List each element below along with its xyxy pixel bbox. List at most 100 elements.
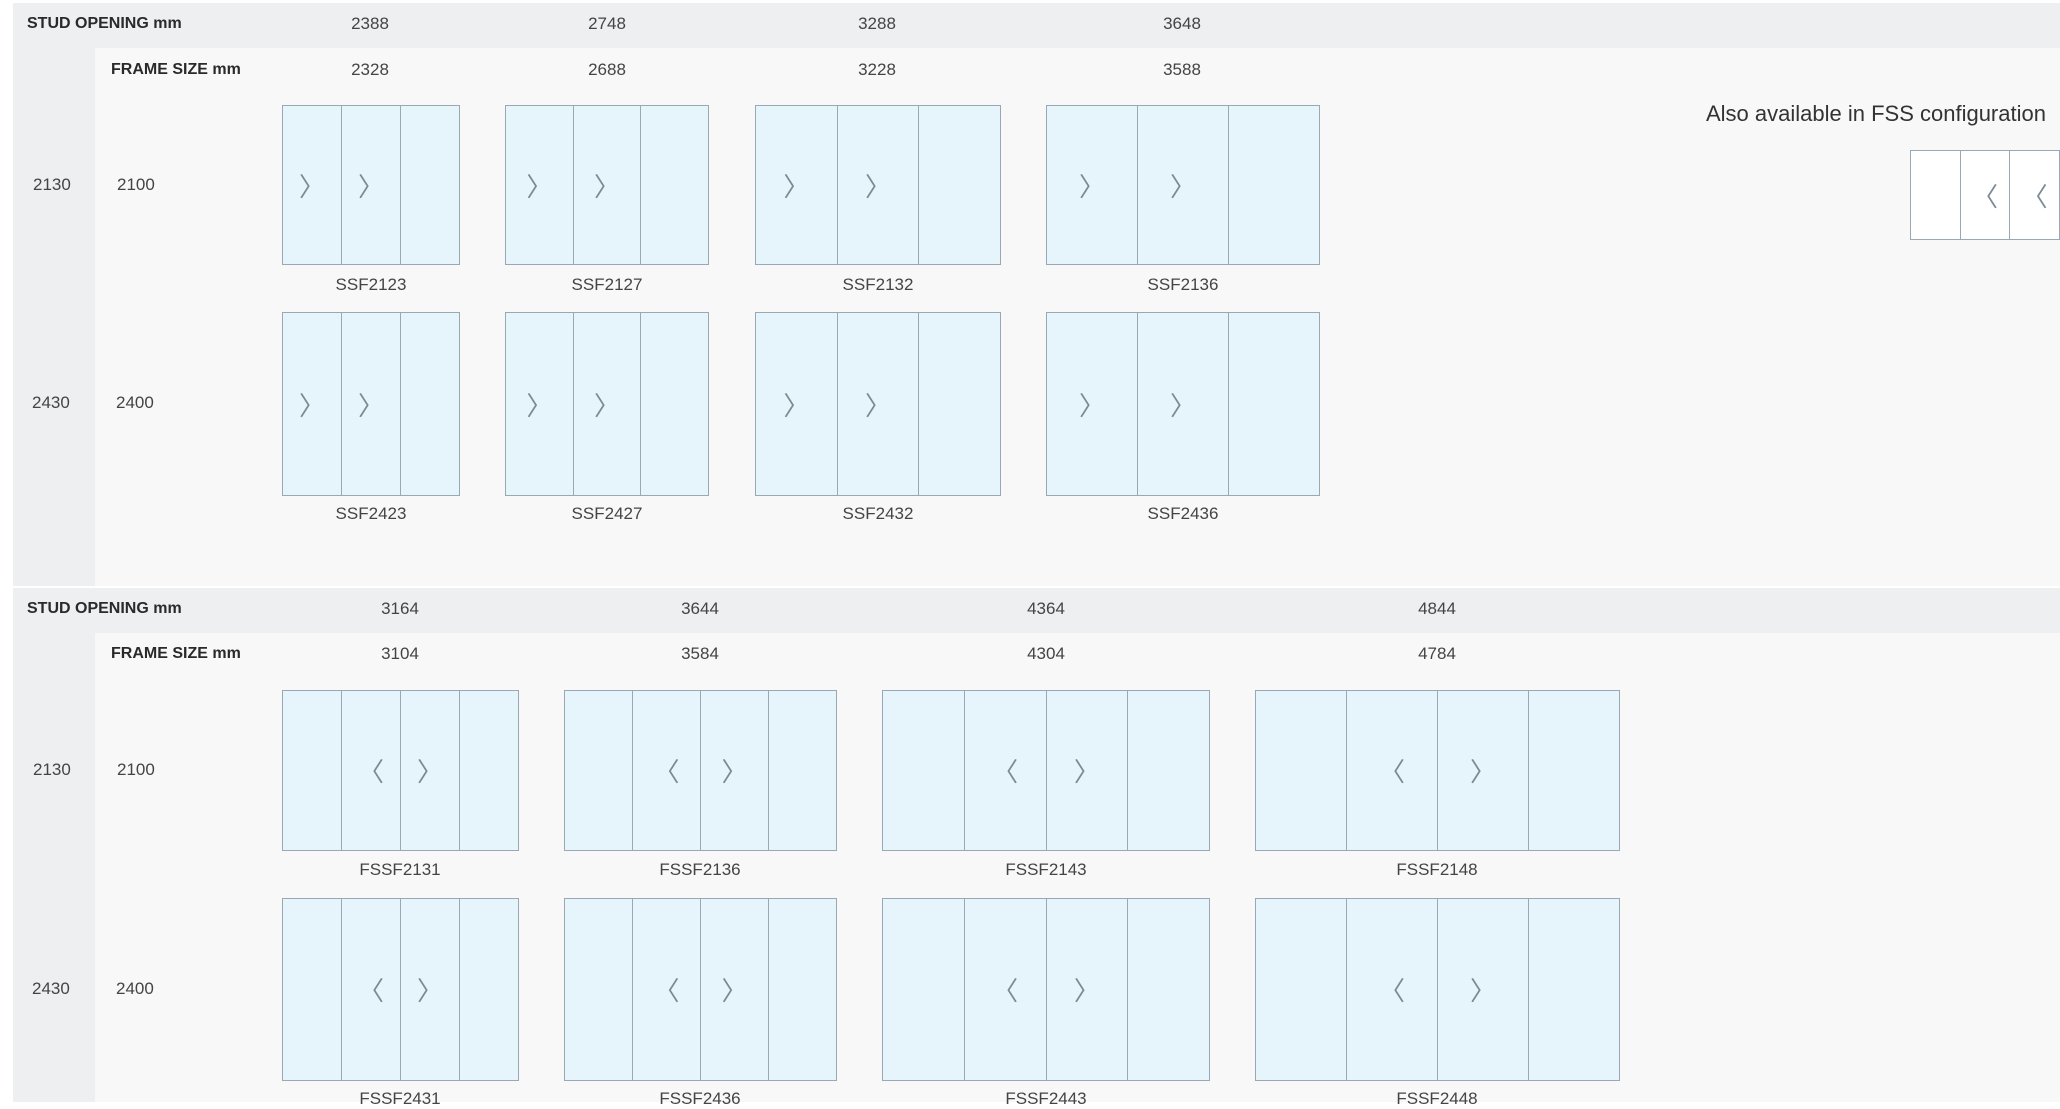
door-diagram: 〈 〉	[1255, 898, 1620, 1081]
section2-row-label-column	[13, 633, 95, 1102]
door-pane: 〉	[1047, 313, 1138, 495]
section2-row1-frame-height: 2100	[117, 760, 155, 779]
door-pane: 〉	[701, 691, 769, 850]
door-pane: 〉	[838, 106, 920, 264]
section1-row1-frame-height: 2100	[117, 175, 155, 194]
door-pane: 〉	[1047, 691, 1129, 850]
section1-row2-stud-height: 2430	[32, 393, 70, 412]
door-pane: 〉	[1138, 313, 1229, 495]
section2-stud-value: 3164	[381, 599, 419, 618]
door-pane	[1911, 151, 1961, 239]
door-pane: 〉	[401, 899, 460, 1080]
door-diagram: 〉 〉	[755, 105, 1001, 265]
door-code: FSSF2143	[1005, 860, 1087, 879]
door-pane: 〈	[342, 899, 401, 1080]
door-pane	[565, 691, 633, 850]
section1-frame-value: 3228	[858, 60, 896, 79]
section2-frame-value: 3104	[381, 644, 419, 663]
door-pane: 〉	[1138, 106, 1229, 264]
door-pane: 〉	[701, 899, 769, 1080]
section2-row1-stud-height: 2130	[33, 760, 71, 779]
door-pane	[565, 899, 633, 1080]
section1-frame-size-label: FRAME SIZE mm	[111, 61, 241, 78]
door-pane: 〉	[401, 691, 460, 850]
door-pane: 〉	[342, 313, 401, 495]
door-code: FSSF2131	[359, 860, 441, 879]
door-code: FSSF2448	[1396, 1089, 1478, 1108]
door-pane	[1128, 899, 1209, 1080]
door-pane: 〈	[342, 691, 401, 850]
door-code: FSSF2436	[659, 1089, 741, 1108]
door-pane	[883, 691, 965, 850]
door-pane: 〈	[1347, 899, 1438, 1080]
section1-frame-value: 3588	[1163, 60, 1201, 79]
door-pane: 〉	[283, 313, 342, 495]
door-diagram: 〈 〉	[282, 690, 519, 851]
section2-stud-value: 4844	[1418, 599, 1456, 618]
door-diagram: 〉 〉	[282, 105, 460, 265]
door-diagram: 〈 〉	[1255, 690, 1620, 851]
door-pane	[283, 899, 342, 1080]
door-code: SSF2423	[335, 504, 407, 523]
door-pane: 〉	[574, 313, 642, 495]
door-pane: 〈	[1347, 691, 1438, 850]
door-pane	[919, 313, 1000, 495]
door-diagram: 〉 〉	[282, 312, 460, 496]
door-code: SSF2436	[1147, 504, 1219, 523]
door-diagram: 〉 〉	[505, 105, 709, 265]
door-pane: 〈	[633, 691, 701, 850]
door-pane: 〈	[1961, 151, 2011, 239]
door-pane: 〈	[965, 691, 1047, 850]
door-pane	[1229, 313, 1319, 495]
section2-row2-stud-height: 2430	[32, 979, 70, 998]
door-pane	[1256, 899, 1347, 1080]
door-pane: 〉	[1047, 106, 1138, 264]
door-pane: 〉	[506, 313, 574, 495]
section1-stud-header-bar	[13, 3, 2060, 48]
door-diagram: 〉 〉	[755, 312, 1001, 496]
door-diagram: 〈 〉	[882, 898, 1210, 1081]
door-pane: 〉	[342, 106, 401, 264]
door-pane	[769, 899, 836, 1080]
section2-frame-size-label: FRAME SIZE mm	[111, 645, 241, 662]
door-pane: 〈	[633, 899, 701, 1080]
door-diagram: 〈 〉	[882, 690, 1210, 851]
door-diagram: 〉 〉	[1046, 105, 1320, 265]
door-pane: 〈	[2021, 182, 2048, 213]
door-diagram: 〉 〉	[505, 312, 709, 496]
door-pane	[883, 899, 965, 1080]
door-diagram: 〉 〉	[1046, 312, 1320, 496]
door-pane	[641, 313, 708, 495]
section2-stud-opening-label: STUD OPENING mm	[27, 600, 182, 617]
door-code: FSSF2431	[359, 1089, 441, 1108]
section2-stud-value: 3644	[681, 599, 719, 618]
door-pane	[1529, 691, 1619, 850]
section1-stud-value: 2388	[351, 14, 389, 33]
door-pane	[769, 691, 836, 850]
door-diagram: 〈 〉	[564, 690, 837, 851]
fss-door-diagram: 〈 〈	[1910, 150, 2060, 240]
door-pane: 〉	[756, 313, 838, 495]
door-pane: 〉	[283, 106, 342, 264]
section1-stud-opening-label: STUD OPENING mm	[27, 15, 182, 32]
door-pane	[460, 691, 518, 850]
section1-stud-value: 2748	[588, 14, 626, 33]
door-pane	[1229, 106, 1319, 264]
door-code: SSF2427	[571, 504, 643, 523]
door-code: SSF2432	[842, 504, 914, 523]
section1-row2-frame-height: 2400	[116, 393, 154, 412]
door-pane: 〉	[506, 106, 574, 264]
door-code: FSSF2148	[1396, 860, 1478, 879]
door-pane: 〉	[1438, 899, 1529, 1080]
fss-configuration-note: Also available in FSS configuration	[1706, 101, 2046, 126]
section1-frame-value: 2328	[351, 60, 389, 79]
door-pane	[283, 691, 342, 850]
door-pane	[1256, 691, 1347, 850]
section2-frame-value: 4304	[1027, 644, 1065, 663]
door-diagram: 〈 〉	[282, 898, 519, 1081]
section2-frame-value: 4784	[1418, 644, 1456, 663]
door-pane	[460, 899, 518, 1080]
door-code: SSF2132	[842, 275, 914, 294]
door-code: FSSF2136	[659, 860, 741, 879]
section1-stud-value: 3648	[1163, 14, 1201, 33]
